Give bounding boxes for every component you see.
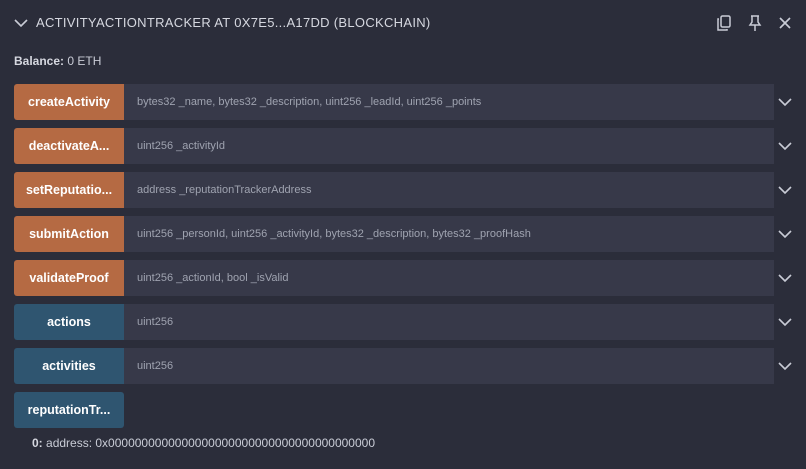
actions-button[interactable]: actions [14,304,124,340]
balance-value: 0 ETH [67,54,102,68]
validateProof-button[interactable]: validateProof [14,260,124,296]
contract-header[interactable]: ACTIVITYACTIONTRACKER AT 0X7E5...A17DD (… [0,0,806,46]
chevron-down-icon[interactable] [13,15,29,31]
balance-label: Balance: [14,54,65,68]
chevron-down-icon[interactable] [776,182,794,198]
function-row-activities: activities [14,348,804,384]
function-row-deactivateActivity: deactivateA... [14,128,804,164]
validateProof-input[interactable] [124,260,774,296]
chevron-down-icon[interactable] [776,314,794,330]
createActivity-button[interactable]: createActivity [14,84,124,120]
reputationTracker-button[interactable]: reputationTr... [14,392,124,428]
close-icon[interactable] [775,13,795,33]
chevron-down-icon[interactable] [776,270,794,286]
submitAction-input[interactable] [124,216,774,252]
chevron-down-icon[interactable] [776,138,794,154]
result-index: 0: [32,436,43,450]
submitAction-button[interactable]: submitAction [14,216,124,252]
deployed-contract-panel: ACTIVITYACTIONTRACKER AT 0X7E5...A17DD (… [0,0,806,469]
function-row-actions: actions [14,304,804,340]
call-result: 0: address: 0x00000000000000000000000000… [32,436,375,450]
balance-display: Balance: 0 ETH [14,54,101,68]
activities-input[interactable] [124,348,774,384]
pin-icon[interactable] [745,13,765,33]
deactivateActivity-button[interactable]: deactivateA... [14,128,124,164]
actions-input[interactable] [124,304,774,340]
setReputationTracker-button[interactable]: setReputatio... [14,172,124,208]
chevron-down-icon[interactable] [776,226,794,242]
chevron-down-icon[interactable] [776,94,794,110]
function-row-validateProof: validateProof [14,260,804,296]
activities-button[interactable]: activities [14,348,124,384]
function-row-createActivity: createActivity [14,84,804,120]
setReputationTracker-input[interactable] [124,172,774,208]
function-row-reputationTracker: reputationTr... [14,392,804,428]
function-row-submitAction: submitAction [14,216,804,252]
result-value: address: 0x00000000000000000000000000000… [46,436,376,450]
createActivity-input[interactable] [124,84,774,120]
contract-title: ACTIVITYACTIONTRACKER AT 0X7E5...A17DD (… [36,15,431,30]
copy-icon[interactable] [714,13,734,33]
function-row-setReputationTracker: setReputatio... [14,172,804,208]
deactivateActivity-input[interactable] [124,128,774,164]
chevron-down-icon[interactable] [776,358,794,374]
